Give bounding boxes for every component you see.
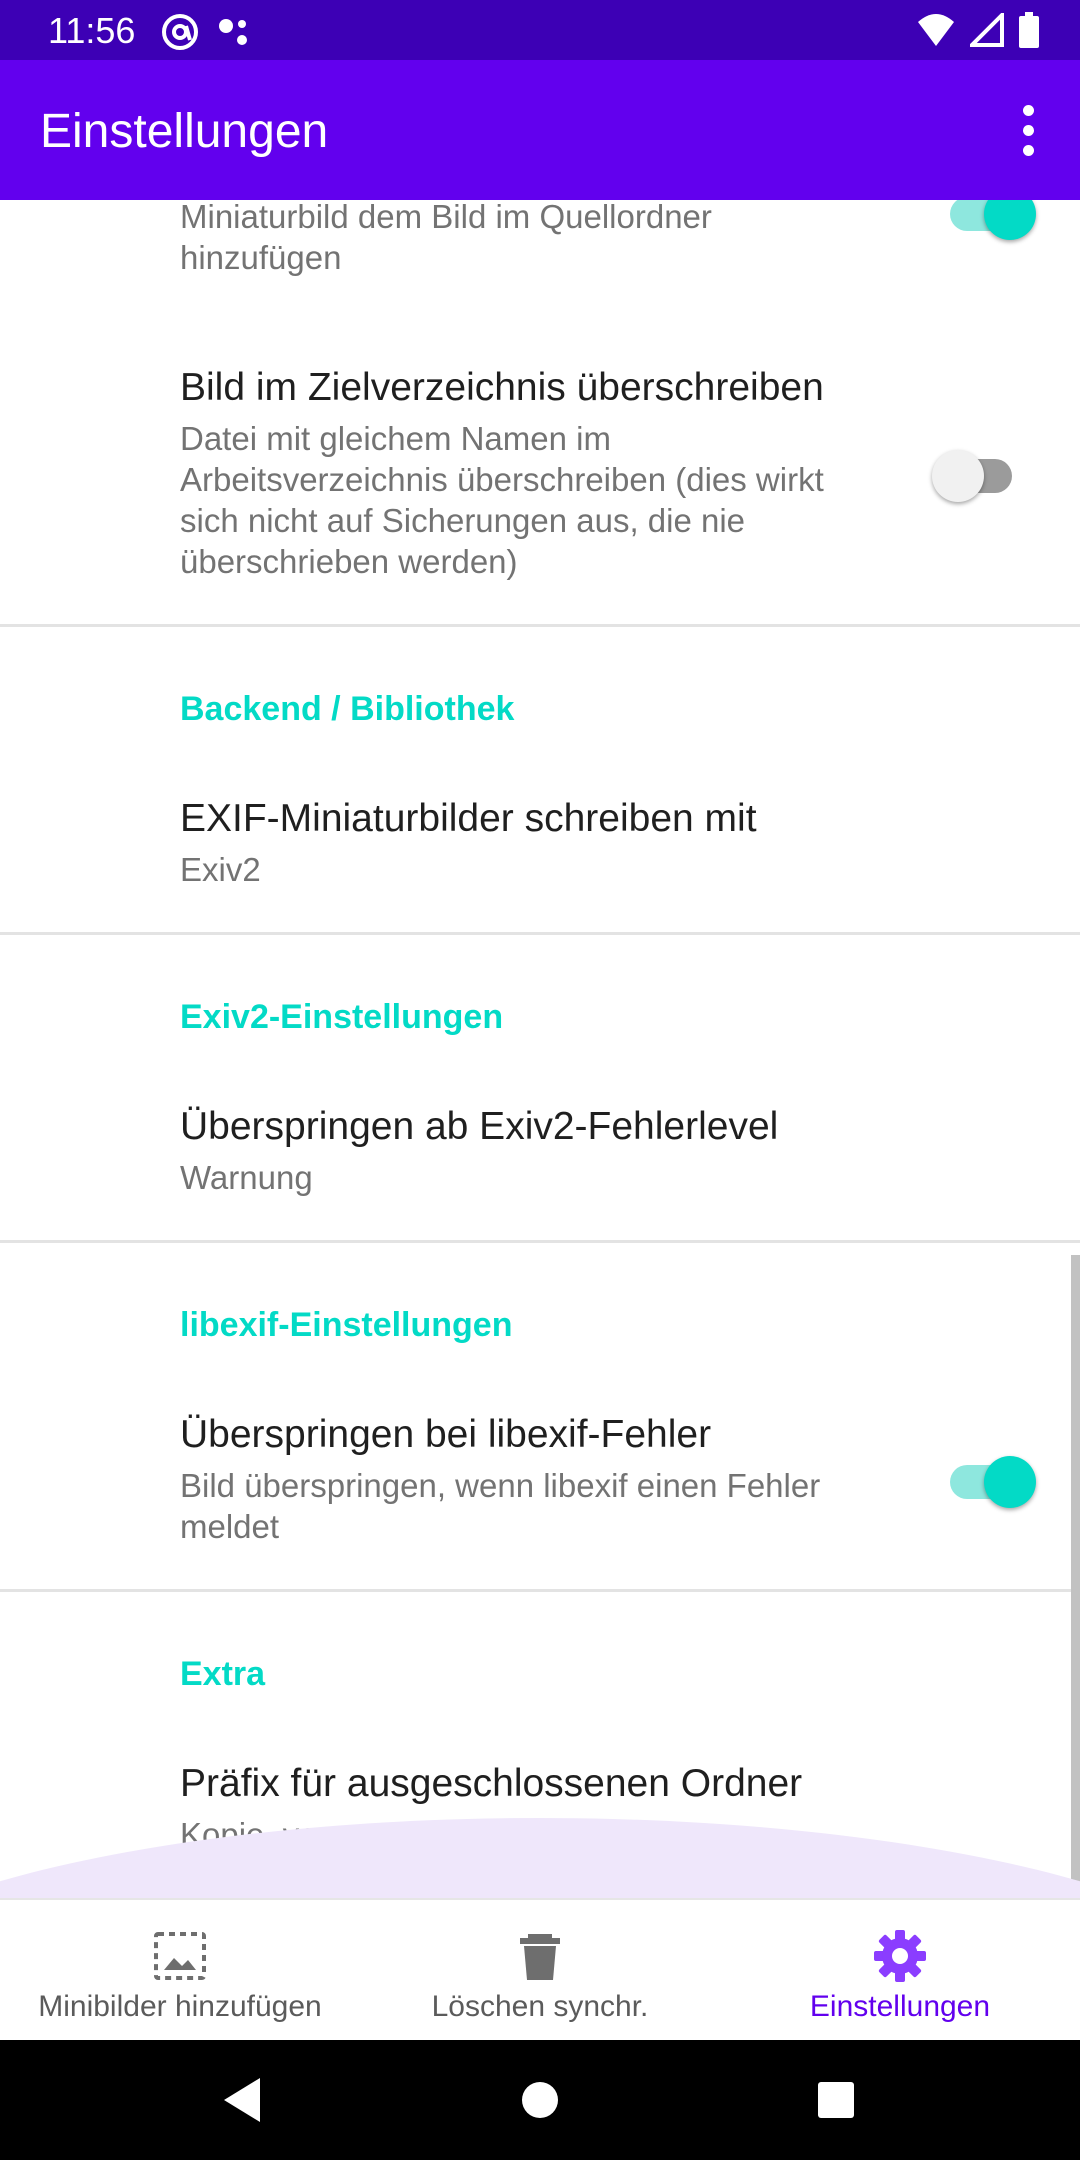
pref-title: Überspringen ab Exiv2-Fehlerlevel xyxy=(180,1105,779,1148)
nav-item-delete-sync[interactable]: Löschen synchr. xyxy=(360,1900,720,2040)
gear-icon xyxy=(874,1930,926,1982)
signal-icon xyxy=(970,13,1004,47)
divider xyxy=(0,1240,1080,1243)
status-bar: 11:56 xyxy=(0,0,1080,60)
screen: 11:56 Einstellungen Miniaturbild dem Bil… xyxy=(0,0,1080,2160)
dots-icon xyxy=(219,19,247,45)
wifi-icon xyxy=(918,14,954,46)
home-icon[interactable] xyxy=(510,2070,570,2130)
back-icon[interactable] xyxy=(214,2070,274,2130)
app-bar: Einstellungen xyxy=(0,60,1080,200)
scrollbar[interactable] xyxy=(1071,1255,1080,1900)
pref-value: Exiv2 xyxy=(180,851,261,888)
nav-item-settings[interactable]: Einstellungen xyxy=(720,1900,1080,2040)
divider xyxy=(0,1589,1080,1592)
status-icons-right xyxy=(916,12,1040,48)
thumb-in-source-switch[interactable] xyxy=(946,200,1036,240)
pref-title: EXIF-Miniaturbilder schreiben mit xyxy=(180,797,757,840)
section-header-libexif: libexif-Einstellungen xyxy=(180,1306,513,1344)
divider xyxy=(0,624,1080,627)
preferences-list: Miniaturbild dem Bild im Quellordner hin… xyxy=(0,200,1080,1900)
nav-item-add-thumbnails[interactable]: Minibilder hinzufügen xyxy=(0,1900,360,2040)
overwrite-dest-switch[interactable] xyxy=(932,442,1022,502)
more-vert-icon[interactable] xyxy=(1002,98,1054,162)
pref-title: Präfix für ausgeschlossenen Ordner xyxy=(180,1762,803,1805)
add-thumbnail-icon xyxy=(154,1932,206,1980)
pref-title: Überspringen bei libexif-Fehler xyxy=(180,1413,712,1456)
libexif-skip-switch[interactable] xyxy=(946,1448,1036,1508)
nav-label: Löschen synchr. xyxy=(431,1990,649,2023)
section-header-exiv2: Exiv2-Einstellungen xyxy=(180,998,504,1036)
pref-title: Bild im Zielverzeichnis überschreiben xyxy=(180,366,824,409)
app-title: Einstellungen xyxy=(40,105,329,158)
pref-summary: Datei mit gleichem Namen im Arbeitsverze… xyxy=(180,420,824,580)
status-time: 11:56 xyxy=(48,10,136,51)
status-icons-left xyxy=(160,12,254,52)
divider xyxy=(0,932,1080,935)
section-header-extra: Extra xyxy=(180,1655,266,1693)
nav-label: Minibilder hinzufügen xyxy=(38,1990,322,2023)
trash-icon xyxy=(520,1934,560,1980)
pref-summary: Miniaturbild dem Bild im Quellordner hin… xyxy=(180,200,712,276)
pref-summary: Bild überspringen, wenn libexif einen Fe… xyxy=(180,1467,821,1545)
battery-icon xyxy=(1019,12,1039,48)
nav-label: Einstellungen xyxy=(809,1990,991,2023)
recents-icon[interactable] xyxy=(806,2070,866,2130)
bottom-navigation: Minibilder hinzufügen Löschen synchr. Ei… xyxy=(0,1898,1080,2040)
pref-value: Warnung xyxy=(180,1159,313,1196)
section-header-backend: Backend / Bibliothek xyxy=(180,690,515,728)
system-navigation-bar xyxy=(0,2040,1080,2160)
at-sign-icon xyxy=(162,14,198,50)
